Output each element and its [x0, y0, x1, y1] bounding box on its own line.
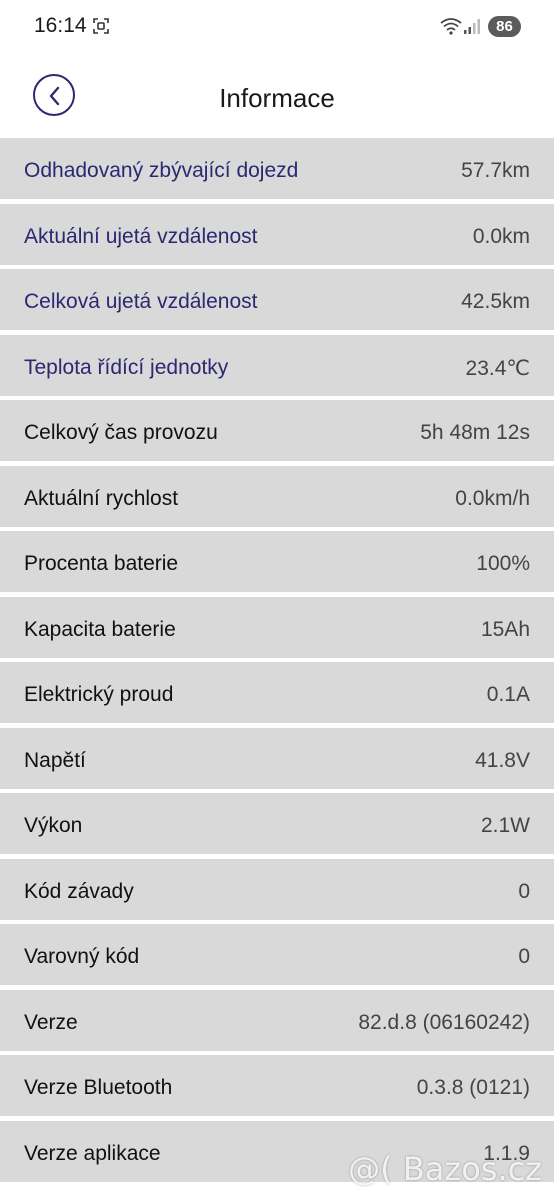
info-value: 42.5km	[461, 290, 530, 313]
info-value: 0.3.8 (0121)	[416, 1076, 530, 1099]
info-label: Kapacita baterie	[24, 617, 176, 641]
info-label: Procenta baterie	[24, 552, 179, 575]
info-row-warning-code: Varovný kód 0	[0, 924, 554, 985]
info-label: Aktuální ujetá vzdálenost	[24, 224, 258, 248]
info-row-voltage: Napětí 41.8V	[0, 727, 554, 789]
info-row-fault-code: Kód závady 0	[0, 858, 554, 920]
info-label: Elektrický proud	[24, 683, 174, 706]
info-row-version: Verze 82.d.8 (06160242)	[0, 989, 554, 1051]
info-label: Verze	[24, 1010, 78, 1034]
info-row-current: Elektrický proud 0.1A	[0, 662, 554, 723]
info-value: 0	[518, 879, 530, 903]
info-label: Verze Bluetooth	[24, 1076, 173, 1099]
info-row-current-speed: Aktuální rychlost 0.0km/h	[0, 465, 554, 527]
info-row-battery-percent: Procenta baterie 100%	[0, 531, 554, 592]
header: Informace	[0, 56, 554, 138]
info-label: Teplota řídící jednotky	[24, 355, 229, 379]
info-label: Aktuální rychlost	[24, 486, 179, 510]
info-value: 0.0km/h	[455, 486, 530, 510]
info-row-bluetooth-version: Verze Bluetooth 0.3.8 (0121)	[0, 1055, 554, 1116]
battery-badge: 86	[488, 16, 521, 37]
page-title: Informace	[219, 83, 335, 113]
info-list: Odhadovaný zbývající dojezd 57.7km Aktuá…	[0, 138, 554, 1186]
info-label: Výkon	[24, 814, 83, 837]
info-value: 5h 48m 12s	[420, 421, 530, 444]
signal-icon	[463, 18, 481, 34]
info-label: Varovný kód	[24, 945, 140, 968]
info-label: Napětí	[24, 748, 86, 772]
info-row-battery-capacity: Kapacita baterie 15Ah	[0, 596, 554, 658]
info-value: 15Ah	[480, 617, 530, 641]
info-row-total-operating-time: Celkový čas provozu 5h 48m 12s	[0, 400, 554, 461]
info-value: 82.d.8 (06160242)	[358, 1010, 530, 1034]
info-value: 2.1W	[480, 814, 530, 837]
status-time: 16:14	[34, 14, 87, 37]
info-label: Celková ujetá vzdálenost	[24, 290, 258, 313]
info-row-current-distance: Aktuální ujetá vzdálenost 0.0km	[0, 203, 554, 265]
info-value: 0.0km	[472, 224, 530, 248]
info-value: 57.7km	[461, 159, 530, 182]
info-value: 100%	[476, 552, 530, 575]
info-row-power: Výkon 2.1W	[0, 793, 554, 854]
info-label: Odhadovaný zbývající dojezd	[24, 159, 299, 182]
screenshot-icon	[93, 18, 109, 34]
info-row-estimated-range: Odhadovaný zbývající dojezd 57.7km	[0, 138, 554, 199]
info-value: 0	[518, 945, 530, 968]
info-row-controller-temperature: Teplota řídící jednotky 23.4℃	[0, 334, 554, 396]
watermark: @( Bazos.cz	[348, 1150, 542, 1188]
info-value: 23.4℃	[465, 356, 530, 380]
info-label: Kód závady	[24, 879, 134, 903]
info-label: Verze aplikace	[24, 1141, 161, 1165]
info-row-total-distance: Celková ujetá vzdálenost 42.5km	[0, 269, 554, 330]
status-bar: 16:14 86	[0, 0, 554, 56]
wifi-icon	[440, 17, 462, 35]
info-label: Celkový čas provozu	[24, 421, 218, 444]
info-value: 41.8V	[475, 748, 530, 772]
info-value: 0.1A	[486, 683, 530, 706]
